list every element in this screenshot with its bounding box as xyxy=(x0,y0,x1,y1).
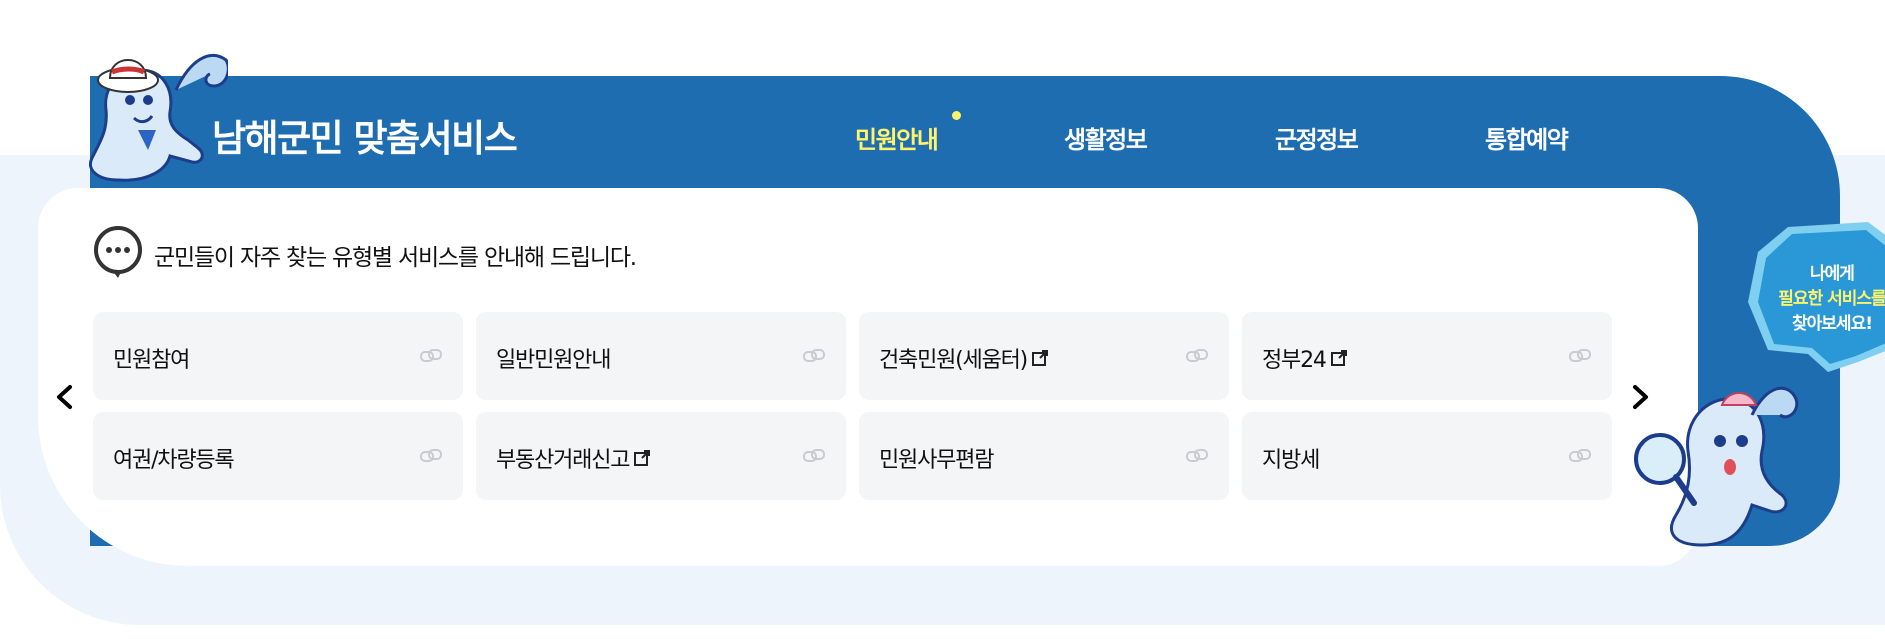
service-tile-civil-participation[interactable]: 민원참여 xyxy=(93,312,463,400)
tile-label: 민원사무편람 xyxy=(879,448,994,473)
service-tile-building-civil[interactable]: 건축민원(세움터) xyxy=(859,312,1229,400)
mascot-right-image xyxy=(1634,386,1799,547)
link-icon xyxy=(803,449,825,462)
link-icon xyxy=(1569,449,1591,462)
service-tile-gov24[interactable]: 정부24 xyxy=(1242,312,1612,400)
bubble-text: 나에게 필요한 서비스를 찾아보세요! xyxy=(1762,262,1885,337)
link-icon xyxy=(1186,349,1208,362)
chevron-left-icon[interactable] xyxy=(50,382,80,412)
external-link-icon xyxy=(1032,350,1049,366)
tile-label: 지방세 xyxy=(1262,448,1320,473)
bubble-line3: 찾아보세요! xyxy=(1792,314,1873,334)
bubble-line1: 나에게 xyxy=(1810,264,1855,284)
tab-life-info[interactable]: 생활정보 xyxy=(1064,120,1148,155)
link-icon xyxy=(1569,349,1591,362)
external-link-icon xyxy=(634,450,651,466)
active-tab-indicator xyxy=(952,111,961,120)
tile-label: 일반민원안내 xyxy=(496,348,611,373)
service-tile-civil-handbook[interactable]: 민원사무편람 xyxy=(859,412,1229,500)
link-icon xyxy=(803,349,825,362)
tile-label: 건축민원(세움터) xyxy=(879,348,1028,373)
service-tile-passport-vehicle[interactable]: 여권/차량등록 xyxy=(93,412,463,500)
mascot-left-image xyxy=(89,53,228,182)
service-tile-general-civil[interactable]: 일반민원안내 xyxy=(476,312,846,400)
tab-reservation[interactable]: 통합예약 xyxy=(1485,120,1569,155)
link-icon xyxy=(420,449,442,462)
chat-bubble-icon xyxy=(94,226,142,278)
bubble-line2: 필요한 서비스를 xyxy=(1778,289,1885,309)
link-icon xyxy=(1186,449,1208,462)
tile-label: 정부24 xyxy=(1262,348,1327,373)
link-icon xyxy=(420,349,442,362)
tab-county-info[interactable]: 군정정보 xyxy=(1275,120,1359,155)
tile-label: 여권/차량등록 xyxy=(113,448,235,473)
tile-label: 민원참여 xyxy=(113,348,190,373)
external-link-icon xyxy=(1330,350,1347,366)
intro-text: 군민들이 자주 찾는 유형별 서비스를 안내해 드립니다. xyxy=(154,245,637,271)
tab-civil-info[interactable]: 민원안내 xyxy=(855,120,939,155)
service-tile-local-tax[interactable]: 지방세 xyxy=(1242,412,1612,500)
page-title: 남해군민 맞춤서비스 xyxy=(212,117,518,160)
tile-label: 부동산거래신고 xyxy=(496,448,630,473)
service-tile-real-estate[interactable]: 부동산거래신고 xyxy=(476,412,846,500)
